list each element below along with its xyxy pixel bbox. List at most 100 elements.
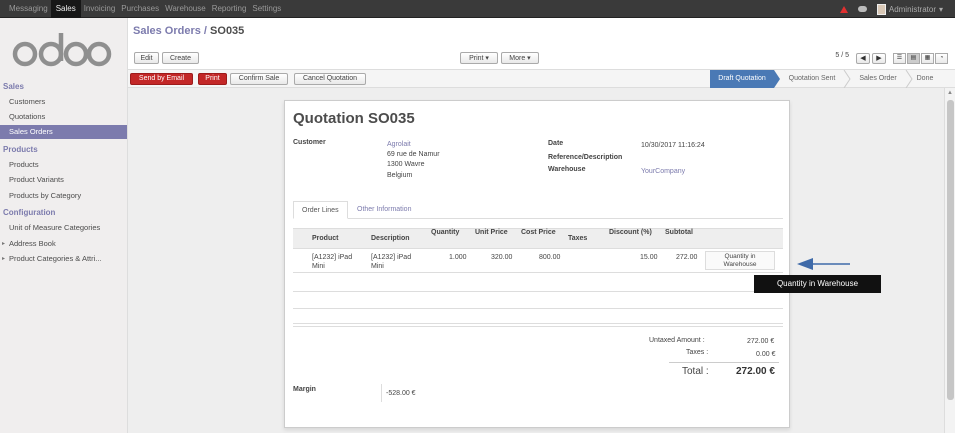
- scrollbar-thumb[interactable]: [947, 100, 954, 400]
- user-area: Administrator ▾: [839, 0, 943, 18]
- sidebar-item-label: Product Categories & Attri...: [9, 254, 102, 263]
- stage-sales-order[interactable]: Sales Order: [848, 70, 908, 88]
- next-icon[interactable]: ▶: [872, 53, 886, 64]
- date-value: 10/30/2017 11:16:24: [641, 142, 705, 149]
- odoo-logo[interactable]: [12, 33, 112, 71]
- customer-address-line: 69 rue de Namur: [387, 151, 440, 158]
- caret-right-icon: ▸: [2, 241, 6, 247]
- line-product: [A1232] iPad: [312, 254, 353, 261]
- calendar-view-icon[interactable]: ▦: [921, 53, 934, 64]
- notebook-tabs: Order Lines Other Information: [293, 201, 783, 219]
- menu-invoicing[interactable]: Invoicing: [81, 0, 119, 18]
- customer-address-line: 1300 Wavre: [387, 161, 425, 168]
- breadcrumb-parent[interactable]: Sales Orders: [133, 25, 201, 37]
- stage-quotation-sent[interactable]: Quotation Sent: [780, 70, 844, 88]
- tooltip: Quantity in Warehouse: [754, 275, 881, 293]
- column-unit-price[interactable]: Unit Price: [475, 229, 508, 236]
- total-label: Total :: [682, 366, 709, 377]
- column-subtotal[interactable]: Subtotal: [665, 229, 693, 236]
- print-button[interactable]: Print: [198, 73, 227, 85]
- pager-value[interactable]: 5 / 5: [835, 52, 849, 59]
- graph-view-icon[interactable]: ◔: [935, 53, 948, 64]
- customer-link[interactable]: Agrolait: [387, 140, 411, 150]
- menu-reporting[interactable]: Reporting: [209, 0, 250, 18]
- margin-label: Margin: [293, 386, 316, 393]
- quantity-in-warehouse-button[interactable]: Quantity in Warehouse: [705, 251, 775, 270]
- form-sheet: Quotation SO035 Customer Agrolait 69 rue…: [284, 100, 790, 428]
- sidebar-item-sales-orders[interactable]: Sales Orders: [0, 125, 127, 139]
- line-subtotal: 272.00: [676, 254, 698, 261]
- chat-icon[interactable]: [857, 6, 867, 12]
- list-view-icon[interactable]: ☰: [893, 53, 906, 64]
- cancel-quotation-button[interactable]: Cancel Quotation: [294, 73, 366, 85]
- line-unit-price: 320.00: [491, 254, 513, 261]
- sidebar-section-sales: Sales: [3, 82, 24, 91]
- confirm-sale-button[interactable]: Confirm Sale: [230, 73, 288, 85]
- column-taxes[interactable]: Taxes: [568, 235, 587, 242]
- column-quantity[interactable]: Quantity: [431, 229, 459, 236]
- taxes-value: 0.00 €: [756, 351, 776, 358]
- print-dropdown[interactable]: Print ▾: [460, 52, 498, 64]
- sidebar-item-products[interactable]: Products: [0, 158, 127, 172]
- line-discount: 15.00: [640, 254, 658, 261]
- sidebar-item-product-variants[interactable]: Product Variants: [0, 173, 127, 187]
- line-description: [A1232] iPad: [371, 254, 412, 261]
- scrollbar[interactable]: ▲: [944, 88, 955, 433]
- more-dropdown[interactable]: More ▾: [501, 52, 539, 64]
- column-description[interactable]: Description: [371, 235, 410, 242]
- warehouse-link[interactable]: YourCompany: [641, 167, 685, 177]
- order-lines-header: Product Description Quantity Unit Price …: [293, 228, 783, 249]
- button-label: Warehouse: [723, 261, 757, 268]
- user-menu[interactable]: Administrator ▾: [876, 3, 943, 15]
- sidebar-item-address-book[interactable]: ▸ Address Book: [0, 237, 127, 251]
- tab-other-information[interactable]: Other Information: [349, 201, 419, 219]
- previous-icon[interactable]: ◀: [856, 53, 870, 64]
- warning-icon[interactable]: [839, 5, 848, 13]
- sidebar-item-product-categories[interactable]: ▸ Product Categories & Attri...: [0, 252, 127, 266]
- page-title: Quotation SO035: [293, 110, 415, 127]
- customer-address-line: Belgium: [387, 172, 413, 179]
- menu-purchases[interactable]: Purchases: [118, 0, 162, 18]
- warehouse-label: Warehouse: [548, 166, 586, 173]
- sidebar-item-label: Address Book: [9, 239, 56, 248]
- menu-messaging[interactable]: Messaging: [6, 0, 51, 18]
- button-label: Quantity in: [724, 253, 756, 260]
- sidebar: Sales Customers Quotations Sales Orders …: [0, 18, 128, 433]
- untaxed-amount-value: 272.00 €: [747, 338, 775, 345]
- stage-done[interactable]: Done: [910, 70, 940, 88]
- menu-warehouse[interactable]: Warehouse: [162, 0, 209, 18]
- stage-draft-quotation[interactable]: Draft Quotation: [710, 70, 774, 88]
- menu-settings[interactable]: Settings: [249, 0, 284, 18]
- divider: [293, 326, 783, 327]
- margin-value: -528.00 €: [386, 390, 416, 397]
- divider: [293, 272, 783, 273]
- send-by-email-button[interactable]: Send by Email: [130, 73, 193, 85]
- divider: [293, 291, 783, 292]
- sidebar-section-configuration: Configuration: [3, 208, 56, 217]
- sidebar-item-customers[interactable]: Customers: [0, 95, 127, 109]
- tab-order-lines[interactable]: Order Lines: [293, 201, 348, 219]
- breadcrumb: Sales Orders / SO035: [133, 25, 244, 37]
- line-product: Mini: [312, 263, 325, 270]
- divider: [293, 308, 783, 309]
- edit-button[interactable]: Edit: [134, 52, 159, 64]
- reference-label: Reference/Description: [548, 154, 623, 161]
- total-divider: [669, 362, 779, 363]
- sidebar-item-quotations[interactable]: Quotations: [0, 110, 127, 124]
- avatar: [876, 3, 886, 15]
- column-product[interactable]: Product: [312, 235, 338, 242]
- form-view-icon[interactable]: ▤: [907, 53, 920, 64]
- divider: [381, 384, 382, 402]
- line-cost-price: 800.00: [539, 254, 561, 261]
- sidebar-item-uom-categories[interactable]: Unit of Measure Categories: [0, 221, 127, 235]
- scroll-up-icon[interactable]: ▲: [947, 90, 953, 96]
- column-cost-price[interactable]: Cost Price: [521, 229, 556, 236]
- sidebar-section-products: Products: [3, 145, 38, 154]
- untaxed-amount-label: Untaxed Amount :: [649, 337, 705, 344]
- menu-sales[interactable]: Sales: [50, 0, 81, 18]
- column-discount[interactable]: Discount (%): [609, 229, 652, 236]
- sidebar-item-products-by-category[interactable]: Products by Category: [0, 189, 127, 203]
- main-menu: Messaging Sales Invoicing Purchases Ware…: [6, 0, 284, 18]
- total-value: 272.00 €: [736, 366, 775, 377]
- create-button[interactable]: Create: [162, 52, 199, 64]
